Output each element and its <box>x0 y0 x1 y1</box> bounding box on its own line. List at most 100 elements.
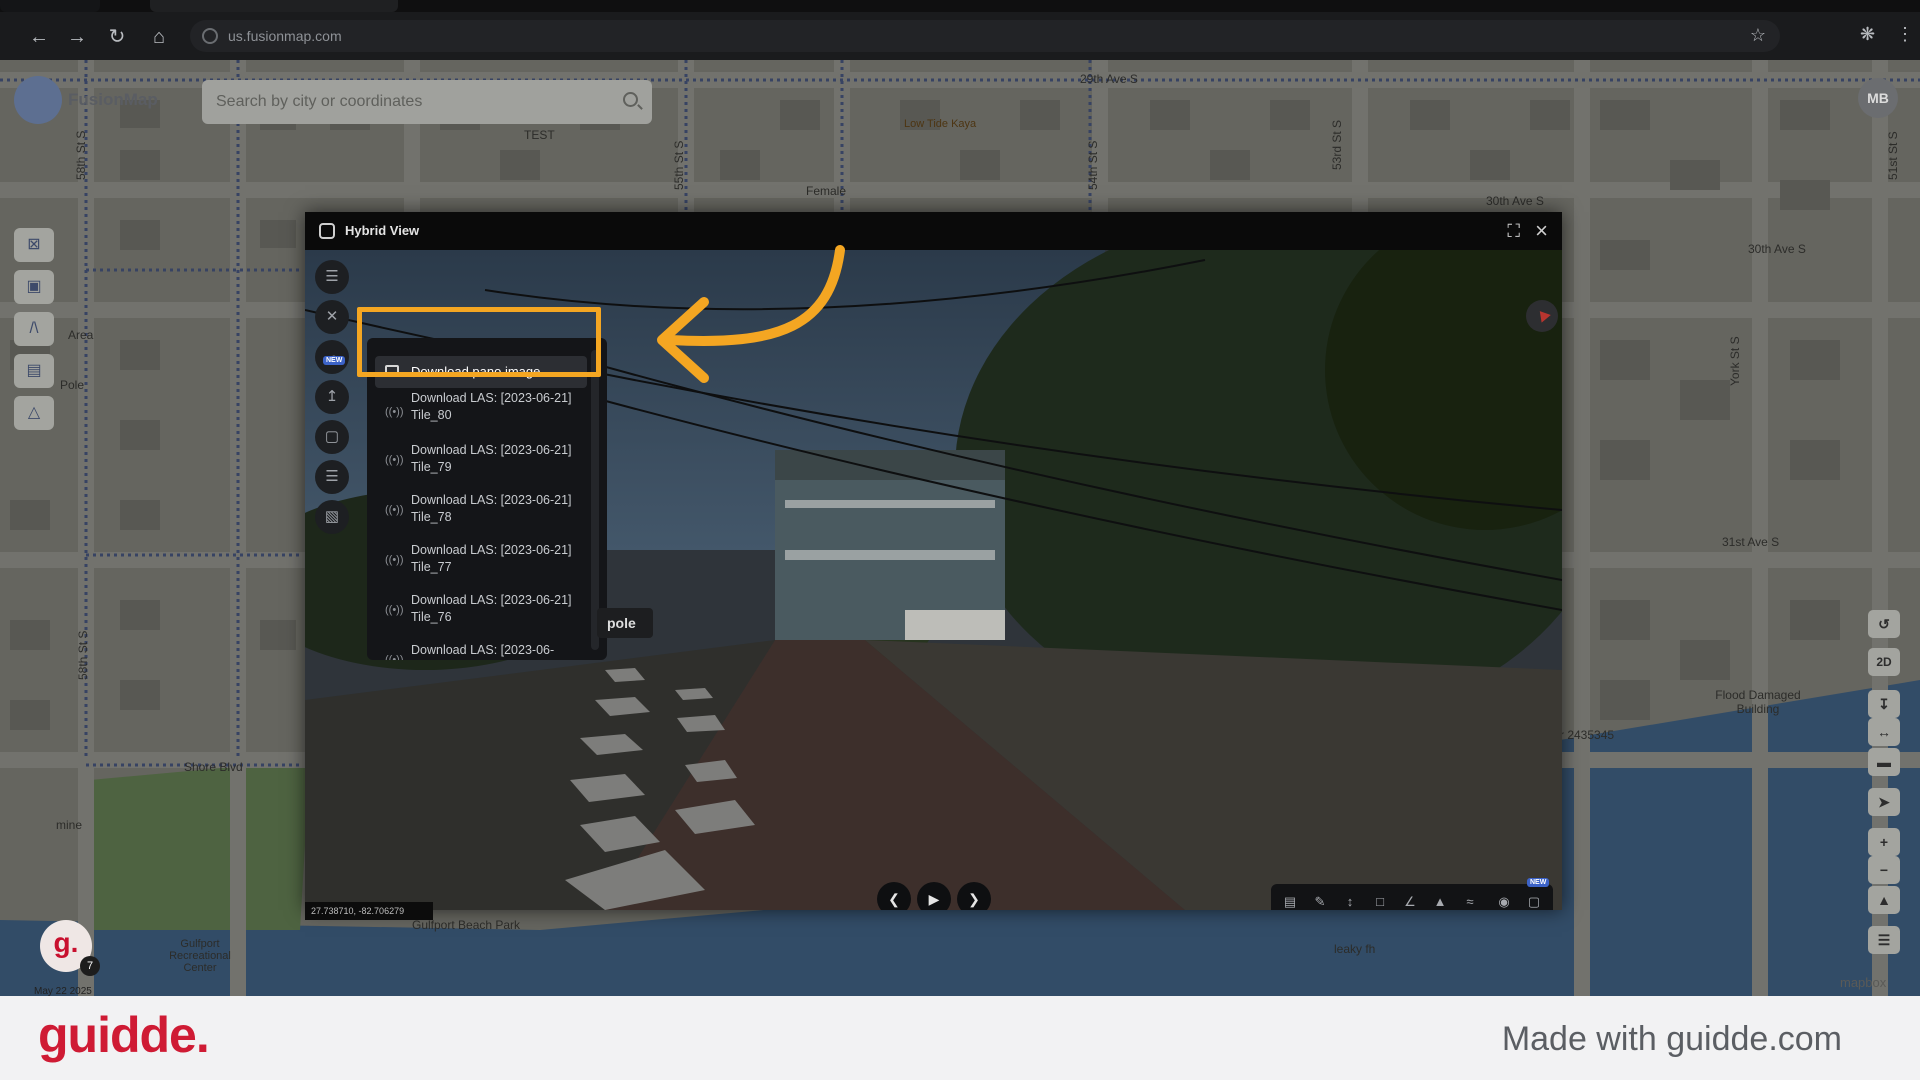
image-download-icon[interactable]: ▧ <box>315 500 349 534</box>
comment-icon[interactable]: ▤ <box>1275 884 1305 910</box>
tab-strip <box>0 0 1920 12</box>
locate-icon[interactable]: ➤ <box>1868 788 1900 816</box>
signal-icon: ((•)) <box>385 454 404 466</box>
street-label: 58th St S <box>76 630 90 680</box>
poi-label: Gulfport Recreational Center <box>169 938 231 974</box>
poi-label: Gulfport Beach Park <box>412 918 521 932</box>
menu-item-label: Download LAS: [2023-06-21] Tile_80 <box>411 391 572 422</box>
browser-toolbar: ← → ↻ ⌂ us.fusionmap.com ☆ ❋ ⋮ <box>0 12 1920 60</box>
date-label: May 22 2025 <box>34 986 92 996</box>
signal-icon: ((•)) <box>385 406 404 418</box>
wave-icon[interactable]: ≈ <box>1455 884 1485 910</box>
poi-label: Flood Damaged Building <box>1715 688 1801 716</box>
road-icon[interactable]: /\ <box>14 312 54 346</box>
previous-icon[interactable]: ❮ <box>877 882 911 910</box>
search-icon[interactable] <box>623 92 638 107</box>
guidde-footer: guidde. Made with guidde.com <box>0 996 1920 1080</box>
street-label: 30th Ave S <box>1486 194 1544 208</box>
hybrid-view-header: Hybrid View ⛶ × <box>305 212 1562 250</box>
pointer-arrow <box>657 245 845 383</box>
inactive-tab[interactable] <box>0 0 100 12</box>
angle-icon[interactable]: ∠ <box>1395 884 1425 910</box>
layers-icon[interactable]: ☰ <box>1868 926 1900 954</box>
poi-label: leaky fh <box>1334 942 1376 956</box>
play-icon[interactable]: ▶ <box>917 882 951 910</box>
poi-label: Area <box>68 328 94 342</box>
ruler-icon[interactable]: ▬ <box>1868 748 1900 776</box>
zoom-in-icon[interactable]: + <box>1868 828 1900 856</box>
split-icon[interactable]: ↔ <box>1868 718 1900 746</box>
made-with-text: Made with guidde.com <box>1501 1020 1842 1058</box>
street-label: 58th St S <box>74 130 88 180</box>
compass-icon[interactable] <box>1526 300 1558 332</box>
menu-item-las[interactable]: ((•)) Download LAS: [2023-06-21] Tile_76 <box>375 592 587 630</box>
street-label: 54th St S <box>1086 140 1100 190</box>
street-label: York St S <box>1728 336 1742 386</box>
warning-icon[interactable]: △ <box>14 396 54 430</box>
panorama-viewer[interactable]: ☰ ✕ ☁ ↥ NEW ▢ ☰ ▧ Download pano image ((… <box>305 250 1562 910</box>
layers-icon[interactable]: ☰ <box>315 460 349 494</box>
settings-icon[interactable]: ☰ <box>315 260 349 294</box>
street-label: 53rd St S <box>1330 119 1344 170</box>
street-label: Shore Blvd <box>184 760 243 774</box>
download-icon[interactable]: ↧ <box>1868 690 1900 718</box>
next-icon[interactable]: ❯ <box>957 882 991 910</box>
menu-item-las[interactable]: ((•)) Download LAS: [2023-06-21] Tile_78 <box>375 492 587 530</box>
frame-icon[interactable]: ▢ <box>1519 884 1549 910</box>
fullscreen-icon[interactable]: ⛶ <box>1507 221 1520 242</box>
menu-item-las[interactable]: ((•)) Download LAS: [2023-06-21] Tile_79 <box>375 442 587 480</box>
new-badge: NEW <box>323 356 346 365</box>
pole-tag[interactable]: pole <box>597 608 653 638</box>
mapbox-attribution[interactable]: mapbox <box>1840 975 1886 990</box>
signal-icon: ((•)) <box>385 554 404 566</box>
star-icon[interactable]: ☆ <box>1750 25 1766 46</box>
profile-icon[interactable]: ▲ <box>1425 884 1455 910</box>
poi-label: Low Tide Kaya <box>904 118 977 130</box>
url-text: us.fusionmap.com <box>228 28 342 44</box>
site-info-icon[interactable] <box>202 28 218 44</box>
active-tab[interactable] <box>150 0 398 12</box>
download-menu: Download pano image ((•)) Download LAS: … <box>367 338 607 660</box>
height-icon[interactable]: ↕ <box>1335 884 1365 910</box>
more-icon[interactable]: ⋮ <box>1896 24 1914 45</box>
menu-item-label: Download LAS: [2023-06-21] Tile_76 <box>411 593 572 624</box>
notes-icon[interactable]: ▤ <box>14 354 54 388</box>
forward-icon[interactable]: → <box>64 24 90 50</box>
reload-icon[interactable]: ↻ <box>104 24 130 50</box>
map-search-box[interactable] <box>202 80 652 124</box>
download-pano-image-item[interactable]: Download pano image <box>375 356 587 388</box>
notification-badge: 7 <box>80 956 100 976</box>
upload-icon[interactable]: ↥ <box>315 380 349 414</box>
view-2d-toggle[interactable]: 2D <box>1868 648 1900 676</box>
close-icon[interactable]: × <box>1535 218 1548 244</box>
user-avatar[interactable]: MB <box>1858 78 1898 118</box>
menu-item-las[interactable]: ((•)) Download LAS: [2023-06-21] Tile_77 <box>375 542 587 580</box>
eye-icon[interactable]: ◉ <box>1489 884 1519 910</box>
north-icon[interactable]: ▲ <box>1868 886 1900 914</box>
search-input[interactable] <box>216 90 596 114</box>
hybrid-view-title: Hybrid View <box>345 223 420 238</box>
signal-icon[interactable]: ⊠ <box>14 228 54 262</box>
address-bar[interactable]: us.fusionmap.com ☆ <box>190 20 1780 52</box>
fusionmap-logo[interactable] <box>14 76 62 124</box>
wrench-icon[interactable]: ✕ <box>315 300 349 334</box>
back-icon[interactable]: ← <box>26 24 52 50</box>
hybrid-view-icon[interactable]: ▣ <box>14 270 54 304</box>
signal-icon: ((•)) <box>385 654 404 660</box>
menu-item-label: Download LAS: [2023-06- <box>411 643 555 657</box>
zoom-out-icon[interactable]: − <box>1868 856 1900 884</box>
poi-label: r 2435345 <box>1560 728 1615 742</box>
menu-item-label: Download LAS: [2023-06-21] Tile_77 <box>411 543 572 574</box>
menu-scrollbar[interactable] <box>591 350 599 650</box>
street-label: 29th Ave S <box>1080 72 1138 86</box>
ruler-icon[interactable]: ✎ <box>1305 884 1335 910</box>
home-icon[interactable]: ⌂ <box>146 24 172 50</box>
menu-item-las[interactable]: ((•)) Download LAS: [2023-06-21] Tile_80 <box>375 391 587 432</box>
cube-icon[interactable]: ▢ <box>315 420 349 454</box>
area-icon[interactable]: □ <box>1365 884 1395 910</box>
extensions-icon[interactable]: ❋ <box>1860 24 1875 45</box>
rotate-icon[interactable]: ↺ <box>1868 610 1900 638</box>
menu-item-las[interactable]: ((•)) Download LAS: [2023-06- <box>375 642 587 660</box>
poi-label: mine <box>56 818 83 832</box>
menu-item-label: Download pano image <box>411 364 541 379</box>
